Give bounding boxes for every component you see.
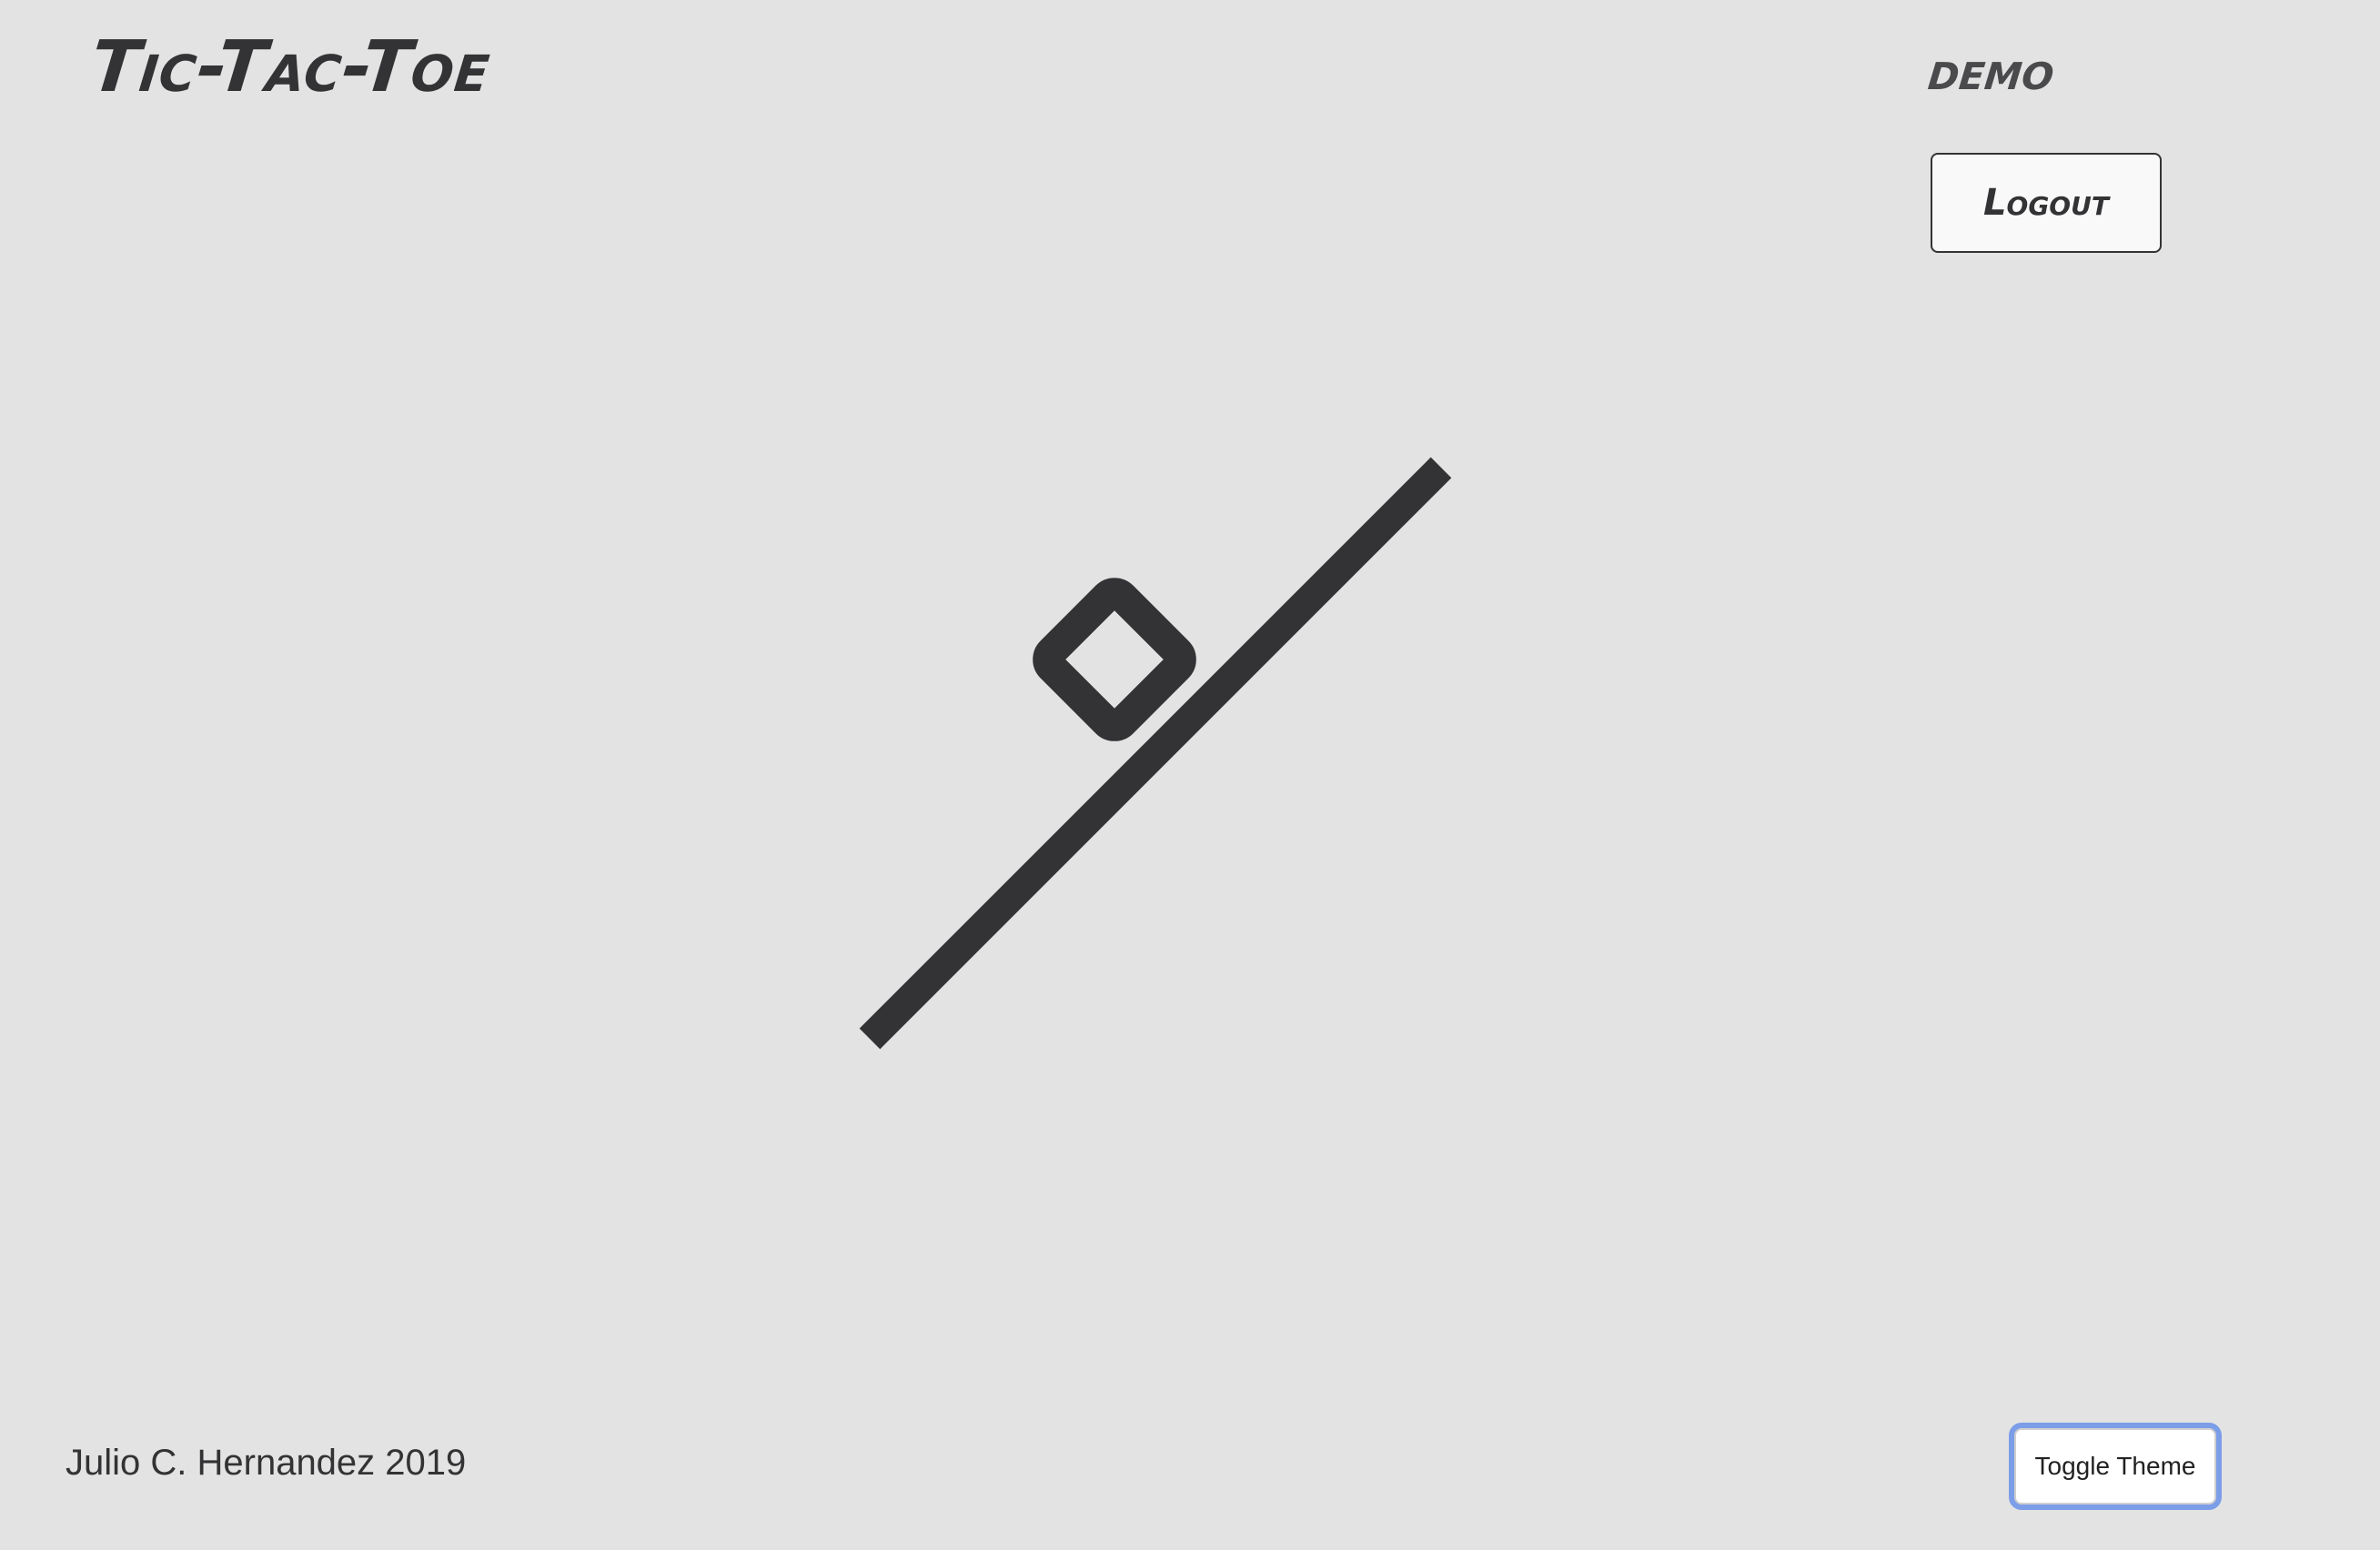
footer-credit: Julio C. Hernandez 2019 bbox=[66, 1443, 467, 1483]
o-mark-icon bbox=[1033, 578, 1196, 741]
toggle-theme-button[interactable]: Toggle Theme bbox=[2009, 1423, 2222, 1510]
game-board[interactable] bbox=[0, 0, 2380, 1550]
win-strike-line bbox=[859, 457, 1452, 1050]
